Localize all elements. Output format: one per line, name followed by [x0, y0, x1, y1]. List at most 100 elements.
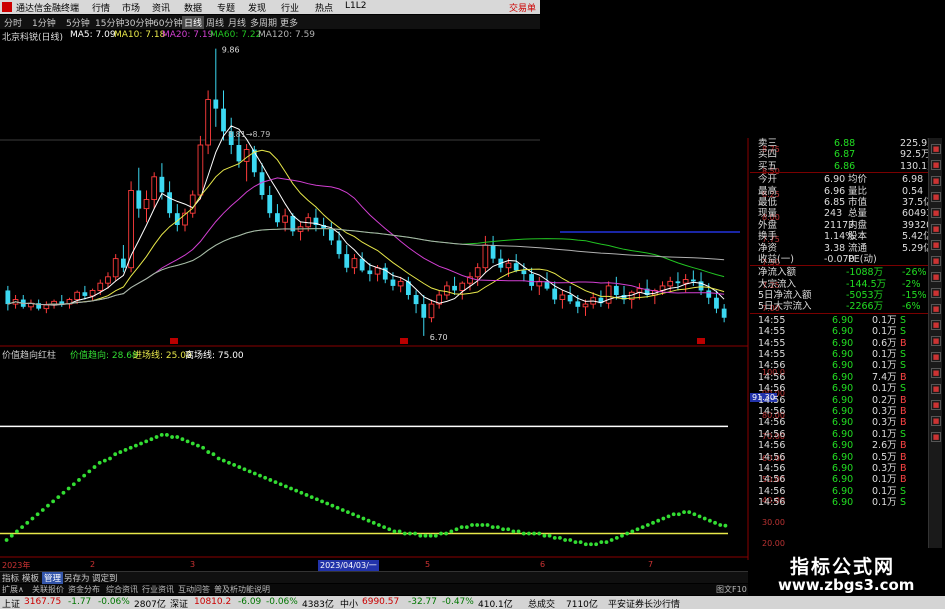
- indicator-dot: [552, 535, 557, 540]
- indicator-dot: [682, 510, 686, 515]
- indicator-dot: [335, 505, 340, 510]
- toolbar-button[interactable]: ■: [931, 320, 941, 330]
- tick-row: 14:55 6.90 0.1万 S: [750, 326, 928, 337]
- indicator-dot: [454, 527, 459, 532]
- toolbar-button[interactable]: ■: [931, 384, 941, 394]
- toolbar-button[interactable]: ■: [931, 368, 941, 378]
- candle-body: [167, 192, 172, 214]
- index-name[interactable]: 深证: [170, 597, 188, 609]
- func-item[interactable]: 关联报价: [32, 584, 64, 595]
- flow-row: 净流入额 -1088万 -26%: [750, 267, 928, 278]
- f10-button[interactable]: 图文F10: [716, 584, 747, 595]
- func-item[interactable]: 行业资讯: [142, 584, 174, 595]
- toolbar-button[interactable]: ■: [931, 144, 941, 154]
- stat-row-cell: 今开: [758, 174, 778, 186]
- toolbar-button[interactable]: ■: [931, 160, 941, 170]
- candle-body: [344, 254, 350, 268]
- indicator-dot: [35, 512, 40, 517]
- tick-row-cell: S: [900, 428, 907, 440]
- indicator-dot: [418, 533, 423, 538]
- tick-row-cell: 0.2万: [872, 394, 897, 406]
- tick-row-cell: 0.1万: [872, 326, 897, 338]
- toolbar-button[interactable]: ■: [931, 192, 941, 202]
- candle-body: [43, 304, 50, 310]
- toolbar-button[interactable]: ■: [931, 400, 941, 410]
- candle-body: [151, 176, 158, 200]
- indicator-dot: [532, 531, 536, 536]
- indicator-dot: [304, 493, 309, 497]
- stat-row: 净资 3.38 流通 5.29亿: [750, 243, 933, 254]
- indicator-dot: [314, 497, 319, 502]
- indicator-dot: [20, 525, 24, 530]
- candle-body: [112, 258, 119, 278]
- tick-row-cell: 6.90: [832, 462, 854, 474]
- toolbar-button[interactable]: ■: [931, 256, 941, 266]
- candles: [5, 48, 727, 336]
- candle-body: [390, 279, 396, 286]
- indicator-title: 价值趋向红柱: [2, 351, 57, 361]
- tool-tab[interactable]: 模板: [22, 572, 39, 584]
- tick-row-cell: 14:56: [758, 451, 786, 463]
- index-value: 6990.57: [362, 597, 400, 607]
- ask-row-cell: 92.5万: [900, 149, 931, 161]
- toolbar-button[interactable]: ■: [931, 304, 941, 314]
- indicator-dot: [449, 529, 454, 534]
- tick-row-cell: 2.6万: [872, 440, 897, 452]
- indicator-dot: [470, 523, 474, 527]
- indicator-dot: [558, 535, 562, 540]
- indicator-dot: [397, 529, 402, 534]
- flow-row-cell: -1088万: [846, 267, 884, 279]
- candle-body: [197, 144, 204, 196]
- tick-row-cell: B: [900, 462, 907, 474]
- tool-tab[interactable]: 指标: [2, 572, 19, 584]
- toolbar-button[interactable]: ■: [931, 240, 941, 250]
- toolbar-button[interactable]: ■: [931, 288, 941, 298]
- tick-row-cell: 0.1万: [872, 360, 897, 372]
- toolbar-button[interactable]: ■: [931, 176, 941, 186]
- indicator-dot: [346, 510, 350, 515]
- tool-tab-active[interactable]: 管理: [42, 572, 64, 584]
- index-name[interactable]: 上证: [2, 597, 20, 609]
- func-item[interactable]: 资金分布: [68, 584, 100, 595]
- stat-row-cell: 6.96: [824, 185, 846, 197]
- tick-row-cell: 6.90: [832, 360, 854, 372]
- indicator-dot: [87, 469, 92, 474]
- flow-row-cell: -15%: [902, 290, 927, 302]
- toolbar-button[interactable]: ■: [931, 336, 941, 346]
- candle-body: [474, 267, 481, 278]
- func-item[interactable]: 扩展∧: [2, 584, 24, 595]
- date-label: 6: [540, 560, 546, 569]
- toolbar-button[interactable]: ■: [931, 272, 941, 282]
- indicator-dot: [428, 533, 433, 538]
- indicator-dot: [459, 525, 464, 530]
- stat-row: 今开 6.90 均价 6.98: [750, 174, 928, 185]
- func-item[interactable]: 综合资讯: [106, 584, 138, 595]
- func-item[interactable]: 普及析功能说明: [214, 584, 270, 595]
- tick-row-cell: 14:55: [758, 337, 786, 349]
- toolbar-button[interactable]: ■: [931, 416, 941, 426]
- tick-row-cell: 14:56: [758, 394, 786, 406]
- ask-row-cell: 6.86: [834, 160, 856, 172]
- tool-tab[interactable]: 另存为: [64, 572, 90, 584]
- tick-row-cell: 6.90: [832, 417, 854, 429]
- indicator-dot: [242, 467, 247, 472]
- indicator-dot: [268, 478, 273, 482]
- indicator-dot: [196, 443, 200, 448]
- candle-body: [74, 291, 81, 300]
- toolbar-button[interactable]: ■: [931, 224, 941, 234]
- indicator-dot: [263, 475, 268, 480]
- indicator-dot: [604, 540, 609, 545]
- index-name[interactable]: 中小: [340, 597, 358, 609]
- indicator-dot: [377, 523, 381, 527]
- side-toolbar[interactable]: ■ ■ ■ ■ ■ ■ ■ ■ ■ ■ ■ ■ ■ ■ ■ ■ ■ ■ ■: [928, 138, 942, 548]
- flow-row-cell: -5053万: [846, 290, 884, 302]
- toolbar-button[interactable]: ■: [931, 352, 941, 362]
- toolbar-button[interactable]: ■: [931, 432, 941, 442]
- tick-row: 14:56 6.90 0.1万 S: [750, 383, 928, 394]
- toolbar-button[interactable]: ■: [931, 208, 941, 218]
- ask-row-cell: 6.87: [834, 149, 856, 161]
- indicator-dot: [661, 516, 666, 521]
- tool-tab[interactable]: 调定到: [92, 572, 118, 584]
- tick-row: 14:55 6.90 0.1万 S: [750, 349, 928, 360]
- func-item[interactable]: 互动问答: [178, 584, 210, 595]
